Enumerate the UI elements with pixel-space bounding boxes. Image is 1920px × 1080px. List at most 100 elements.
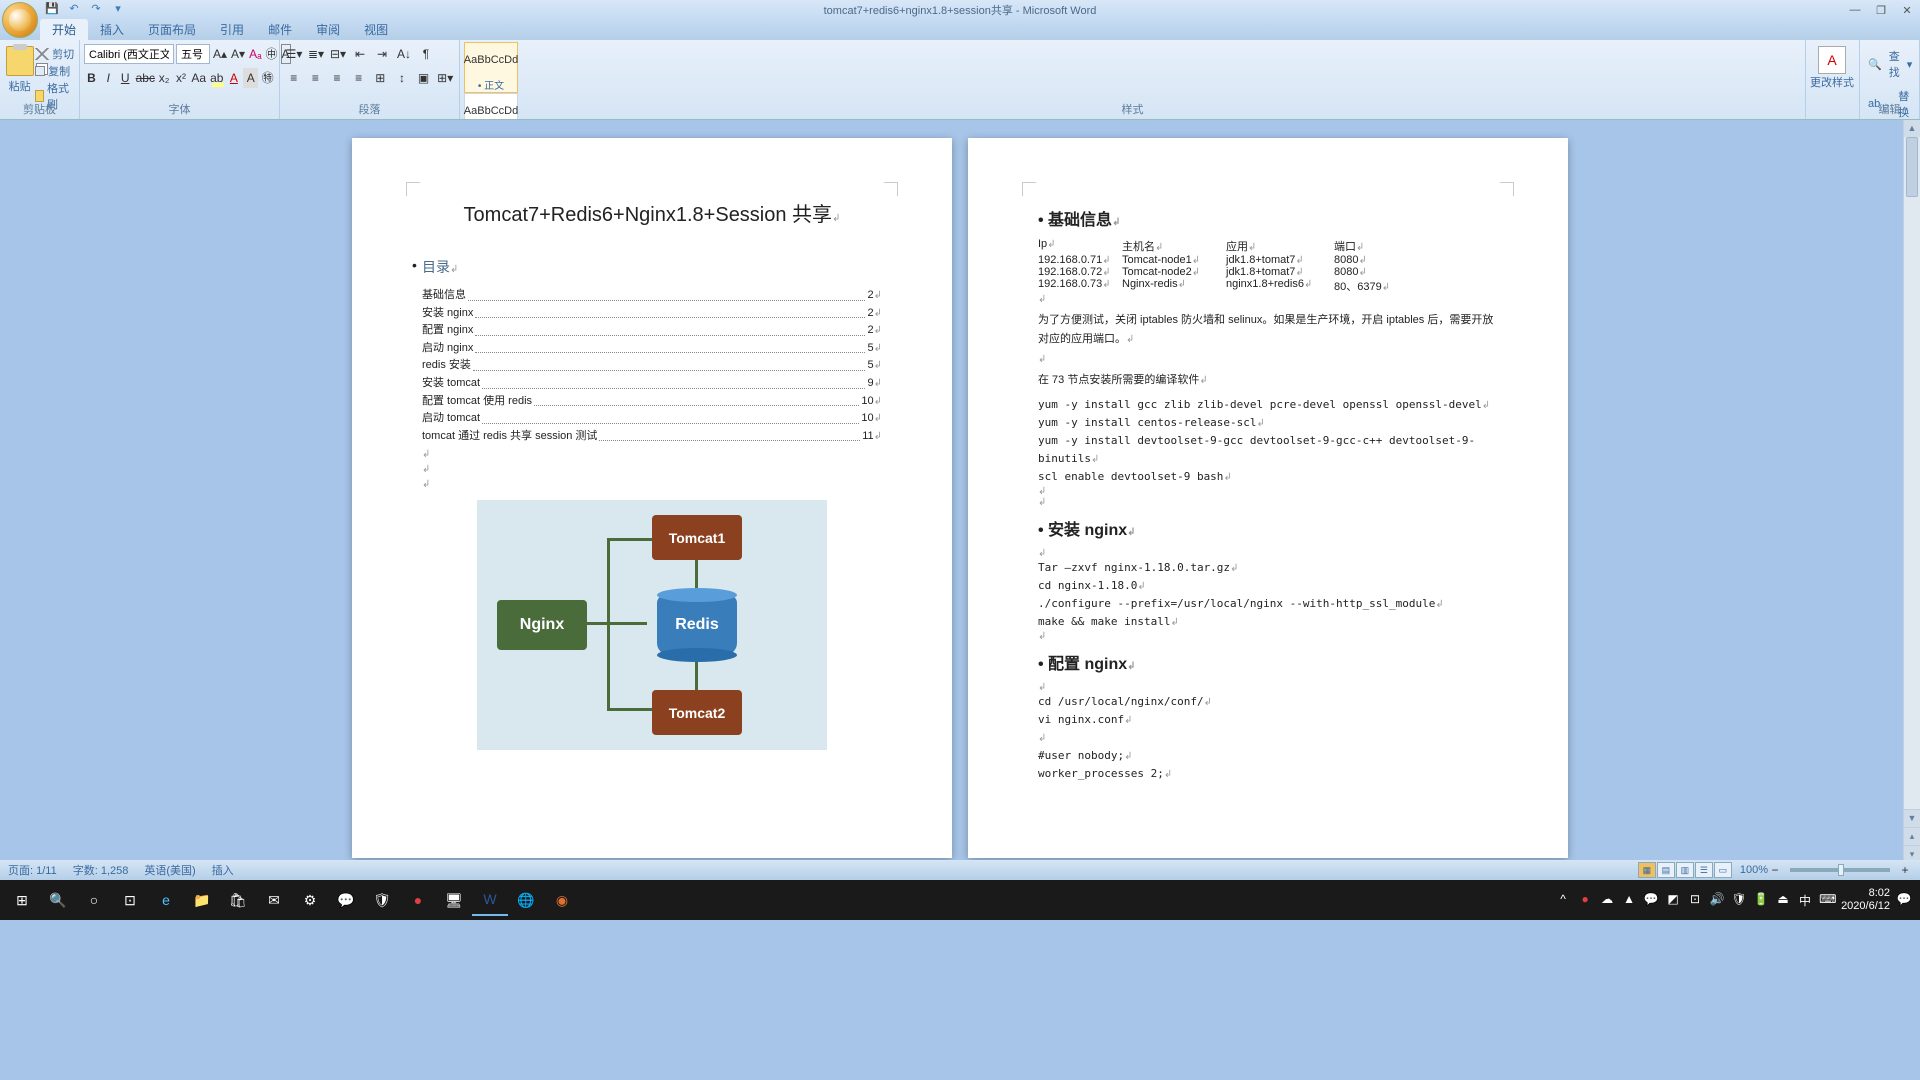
clear-format-button[interactable]: Aₐ [248, 44, 262, 64]
start-button[interactable]: ⊞ [4, 884, 40, 916]
copy-button[interactable]: 复制 [35, 63, 75, 79]
toc-line-0[interactable]: 基础信息2↲ [422, 287, 882, 305]
qat-redo[interactable]: ↷ [88, 2, 104, 18]
scroll-up-button[interactable]: ▲ [1904, 120, 1920, 137]
status-lang[interactable]: 英语(美国) [144, 862, 195, 878]
toc-line-3[interactable]: 启动 nginx5↲ [422, 340, 882, 358]
view-web-layout[interactable]: ▥ [1676, 862, 1694, 878]
toc-line-1[interactable]: 安装 nginx2↲ [422, 305, 882, 323]
justify-button[interactable]: ≡ [349, 68, 369, 88]
decrease-indent-button[interactable]: ⇤ [350, 44, 370, 64]
tray-up-icon[interactable]: ^ [1555, 892, 1571, 908]
vertical-scrollbar[interactable]: ▲ ▼ ▴ ▾ [1903, 120, 1920, 860]
distribute-button[interactable]: ⊞ [371, 68, 391, 88]
tray-wechat-icon[interactable]: 💬 [1643, 892, 1659, 908]
edge-button[interactable]: e [148, 884, 184, 916]
toc-line-4[interactable]: redis 安装5↲ [422, 357, 882, 375]
zoom-in-button[interactable]: + [1898, 860, 1912, 880]
highlight-button[interactable]: ab [209, 68, 224, 88]
scroll-thumb[interactable] [1906, 137, 1918, 197]
show-marks-button[interactable]: ¶ [416, 44, 436, 64]
zoom-slider[interactable] [1790, 868, 1890, 872]
find-button[interactable]: 🔍 查找 ▾ [1864, 44, 1915, 84]
tray-usb-icon[interactable]: ⏏ [1775, 892, 1791, 908]
shading-button[interactable]: ▣ [414, 68, 434, 88]
mail-button[interactable]: ✉ [256, 884, 292, 916]
tab-view[interactable]: 视图 [352, 19, 400, 40]
view-full-reading[interactable]: ▤ [1657, 862, 1675, 878]
align-right-button[interactable]: ≡ [327, 68, 347, 88]
borders-button[interactable]: ⊞▾ [435, 68, 455, 88]
align-center-button[interactable]: ≡ [306, 68, 326, 88]
zoom-out-button[interactable]: − [1768, 860, 1782, 880]
cortana-button[interactable]: ○ [76, 884, 112, 916]
document-area[interactable]: Tomcat7+Redis6+Nginx1.8+Session 共享↲ • 目录… [0, 120, 1920, 860]
tray-notifications-icon[interactable]: 💬 [1896, 892, 1912, 908]
chrome-button[interactable]: 🌐 [508, 884, 544, 916]
tab-references[interactable]: 引用 [208, 19, 256, 40]
bold-button[interactable]: B [84, 68, 99, 88]
view-draft[interactable]: ▭ [1714, 862, 1732, 878]
toc-line-8[interactable]: tomcat 通过 redis 共享 session 测试11↲ [422, 428, 882, 446]
enclose-button[interactable]: ㊕ [260, 68, 275, 88]
multilevel-button[interactable]: ⊟▾ [328, 44, 348, 64]
toc-line-7[interactable]: 启动 tomcat10↲ [422, 410, 882, 428]
status-words[interactable]: 字数: 1,258 [73, 862, 129, 878]
font-family-combo[interactable] [84, 44, 174, 64]
font-size-combo[interactable] [176, 44, 210, 64]
toc-line-2[interactable]: 配置 nginx2↲ [422, 322, 882, 340]
record-button[interactable]: ● [400, 884, 436, 916]
view-print-layout[interactable]: ▦ [1638, 862, 1656, 878]
tray-power-icon[interactable]: 🔋 [1753, 892, 1769, 908]
tray-net-icon[interactable]: ◩ [1665, 892, 1681, 908]
store-button[interactable]: 🛍 [220, 884, 256, 916]
subscript-button[interactable]: x₂ [157, 68, 172, 88]
underline-button[interactable]: U [118, 68, 133, 88]
italic-button[interactable]: I [101, 68, 116, 88]
char-shading-button[interactable]: A [243, 68, 258, 88]
zoom-value[interactable]: 100% [1740, 864, 1768, 876]
search-button[interactable]: 🔍 [40, 884, 76, 916]
tab-home[interactable]: 开始 [40, 19, 88, 40]
style-item-0[interactable]: AaBbCcDd• 正文 [464, 42, 518, 93]
tray-clip-icon[interactable]: ⊡ [1687, 892, 1703, 908]
settings-button[interactable]: ⚙ [292, 884, 328, 916]
shrink-font-button[interactable]: A▾ [230, 44, 246, 64]
font-color-button[interactable]: A [226, 68, 241, 88]
office-button[interactable] [2, 2, 38, 38]
superscript-button[interactable]: x² [174, 68, 189, 88]
taskbar-clock[interactable]: 8:02 2020/6/12 [1841, 887, 1890, 913]
spiral-button[interactable]: ◉ [544, 884, 580, 916]
phonetic-button[interactable]: ㊥ [265, 44, 279, 64]
prev-page-button[interactable]: ▴ [1904, 827, 1920, 845]
tab-insert[interactable]: 插入 [88, 19, 136, 40]
tray-ime-icon[interactable]: 中 [1797, 892, 1813, 908]
cut-button[interactable]: 剪切 [35, 46, 75, 62]
sort-button[interactable]: A↓ [394, 44, 414, 64]
tray-keyboard-icon[interactable]: ⌨ [1819, 892, 1835, 908]
window-close[interactable]: ✕ [1894, 4, 1920, 17]
word-button[interactable]: W [472, 884, 508, 916]
next-page-button[interactable]: ▾ [1904, 845, 1920, 860]
explorer-button[interactable]: 📁 [184, 884, 220, 916]
tray-cloud-icon[interactable]: ☁ [1599, 892, 1615, 908]
toc-line-6[interactable]: 配置 tomcat 使用 redis10↲ [422, 393, 882, 411]
scroll-down-button[interactable]: ▼ [1904, 809, 1920, 827]
window-maximize[interactable]: ❐ [1868, 4, 1894, 17]
tab-mailings[interactable]: 邮件 [256, 19, 304, 40]
wechat-button[interactable]: 💬 [328, 884, 364, 916]
qat-save[interactable]: 💾 [44, 2, 60, 18]
increase-indent-button[interactable]: ⇥ [372, 44, 392, 64]
taskview-button[interactable]: ⊡ [112, 884, 148, 916]
tray-shield-icon[interactable]: 🛡 [1731, 892, 1747, 908]
bullets-button[interactable]: ☰▾ [284, 44, 304, 64]
toc-line-5[interactable]: 安装 tomcat9↲ [422, 375, 882, 393]
tab-review[interactable]: 审阅 [304, 19, 352, 40]
vm-button[interactable]: 🖥 [436, 884, 472, 916]
shield-button[interactable]: 🛡 [364, 884, 400, 916]
tray-sound-icon[interactable]: 🔊 [1709, 892, 1725, 908]
window-minimize[interactable]: — [1842, 4, 1868, 17]
tray-onedrive-icon[interactable]: ▲ [1621, 892, 1637, 908]
align-left-button[interactable]: ≡ [284, 68, 304, 88]
status-page[interactable]: 页面: 1/11 [8, 862, 57, 878]
